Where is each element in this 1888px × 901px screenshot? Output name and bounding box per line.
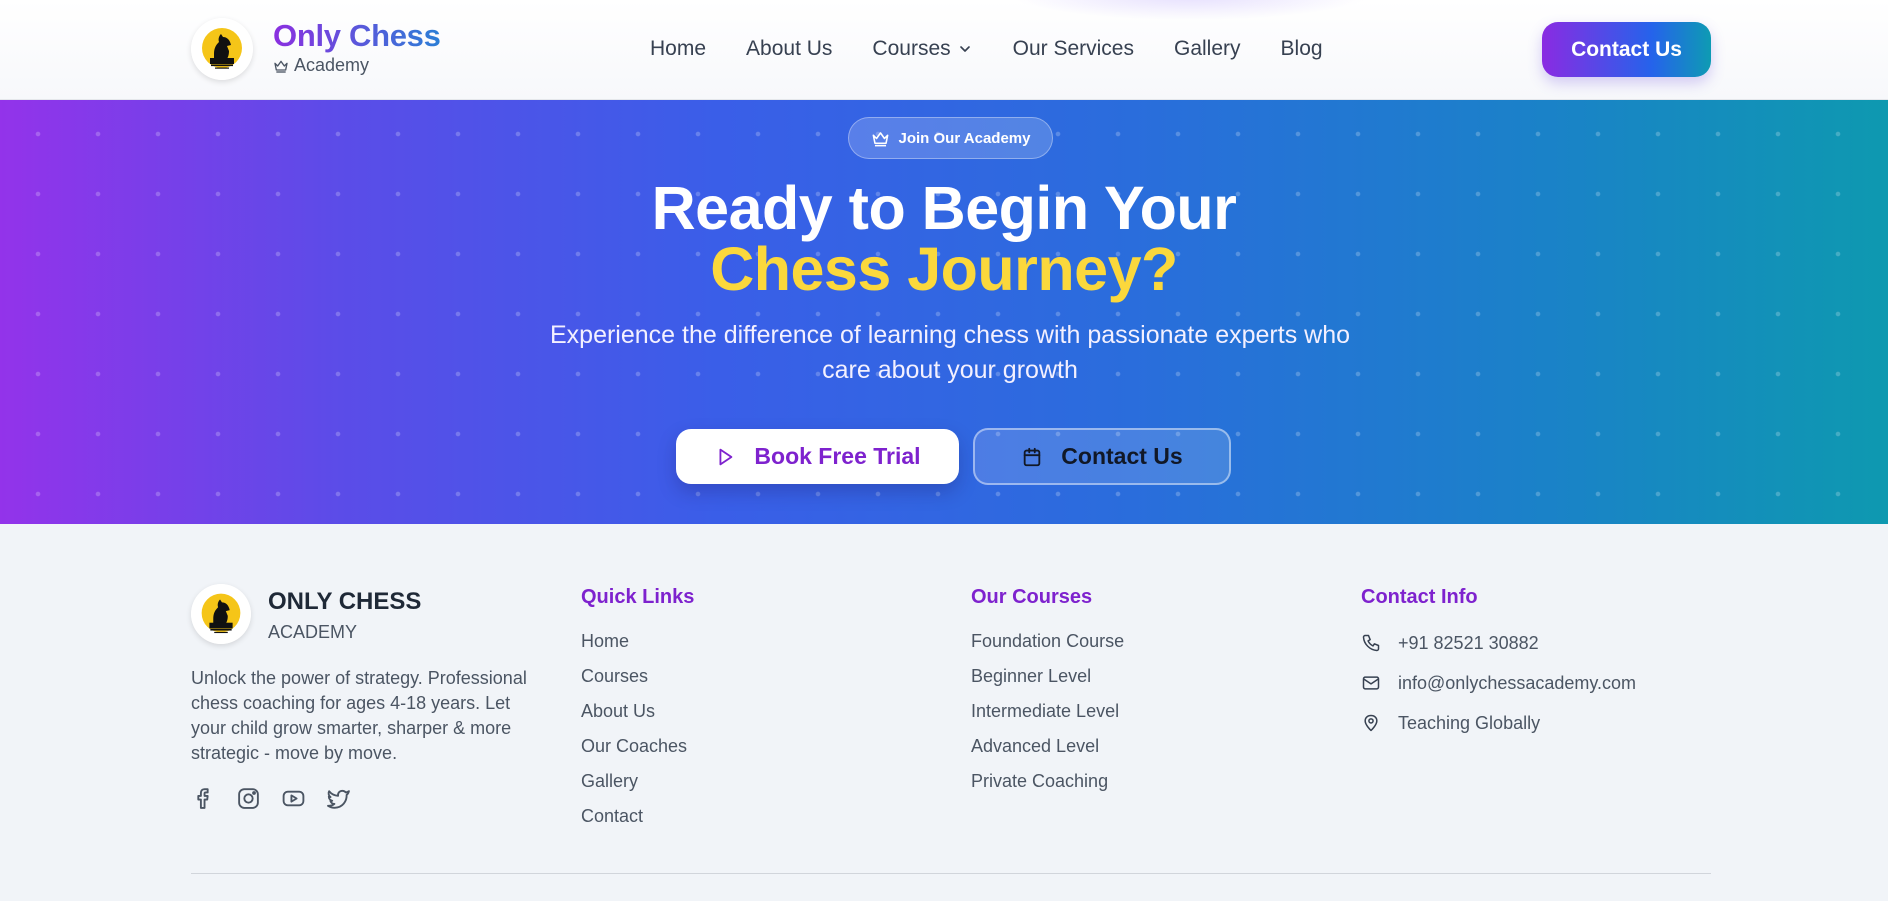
our-courses-title: Our Courses [971, 586, 1093, 608]
site-header: Only Chess Academy Home About Us Courses… [0, 0, 1888, 100]
contact-email-text: info@onlychessacademy.com [1398, 672, 1637, 693]
footer-brand-name: ONLY CHESS [268, 588, 422, 615]
brand-name[interactable]: Only Chess [273, 18, 441, 54]
footer-link-our-coaches[interactable]: Our Coaches [581, 734, 694, 769]
course-link-intermediate[interactable]: Intermediate Level [971, 699, 1124, 734]
our-courses-column: Our Courses Foundation Course Beginner L… [971, 586, 1124, 804]
contact-info-column: Contact Info +91 82521 30882 info@onlych… [1361, 586, 1636, 743]
hero-section: Join Our Academy Ready to Begin Your Che… [0, 100, 1888, 524]
contact-phone[interactable]: +91 82521 30882 [1361, 623, 1636, 663]
footer-link-about-us[interactable]: About Us [581, 699, 694, 734]
hero-title-line1: Ready to Begin Your [651, 174, 1237, 242]
badge-label: Join Our Academy [898, 129, 1031, 147]
brand-sub-label: Academy [294, 55, 370, 75]
course-link-advanced[interactable]: Advanced Level [971, 734, 1124, 769]
contact-phone-text: +91 82521 30882 [1398, 632, 1539, 653]
map-pin-icon [1364, 714, 1378, 732]
contact-location: Teaching Globally [1361, 703, 1636, 743]
footer-description: Unlock the power of strategy. Profession… [191, 668, 527, 763]
nav-our-services[interactable]: Our Services [1013, 37, 1134, 61]
site-footer: ONLY CHESS ACADEMY Unlock the power of s… [0, 524, 1888, 901]
crown-icon [872, 131, 888, 146]
facebook-icon[interactable] [191, 786, 216, 811]
hero-title: Ready to Begin Your Chess Journey? [0, 178, 1888, 300]
nav-about-us[interactable]: About Us [746, 37, 832, 61]
main-nav: Home About Us Courses Our Services Galle… [650, 34, 1363, 64]
crown-icon [274, 60, 288, 73]
hero-subtitle: Experience the difference of learning ch… [549, 321, 1350, 384]
nav-blog[interactable]: Blog [1281, 37, 1323, 61]
course-link-private-coaching[interactable]: Private Coaching [971, 769, 1124, 804]
brand-subtitle: Academy [273, 55, 369, 76]
chevron-down-icon [959, 46, 970, 52]
play-icon [719, 448, 733, 465]
youtube-icon[interactable] [281, 786, 306, 811]
contact-location-text: Teaching Globally [1398, 712, 1541, 733]
hero-contact-label: Contact Us [1061, 443, 1183, 469]
header-contact-button[interactable]: Contact Us [1542, 22, 1711, 77]
course-link-foundation[interactable]: Foundation Course [971, 629, 1124, 664]
join-academy-badge: Join Our Academy [848, 117, 1053, 159]
contact-email[interactable]: info@onlychessacademy.com [1361, 663, 1636, 703]
hero-title-line2: Chess Journey? [710, 235, 1178, 303]
quick-links-column: Quick Links Home Courses About Us Our Co… [581, 586, 694, 839]
nav-courses-label: Courses [872, 37, 951, 60]
mail-icon [1362, 676, 1380, 690]
header-glow [1010, 0, 1370, 20]
footer-brand-sub: ACADEMY [268, 622, 358, 642]
nav-courses[interactable]: Courses [872, 37, 972, 61]
footer-link-home[interactable]: Home [581, 629, 694, 664]
phone-icon [1362, 634, 1380, 652]
calendar-icon [1024, 447, 1041, 466]
footer-divider [191, 873, 1711, 874]
footer-link-contact[interactable]: Contact [581, 804, 694, 839]
instagram-icon[interactable] [236, 786, 261, 811]
logo-icon[interactable] [191, 18, 253, 80]
twitter-icon[interactable] [326, 786, 351, 811]
contact-info-title: Contact Info [1361, 586, 1478, 608]
nav-gallery[interactable]: Gallery [1174, 37, 1241, 61]
hero-contact-button[interactable]: Contact Us [973, 428, 1231, 485]
book-free-trial-button[interactable]: Book Free Trial [676, 429, 959, 484]
footer-link-gallery[interactable]: Gallery [581, 769, 694, 804]
quick-links-title: Quick Links [581, 586, 695, 608]
footer-logo-icon [191, 584, 251, 644]
nav-home[interactable]: Home [650, 37, 706, 61]
social-links [191, 786, 351, 811]
course-link-beginner[interactable]: Beginner Level [971, 664, 1124, 699]
book-free-trial-label: Book Free Trial [754, 443, 921, 469]
footer-link-courses[interactable]: Courses [581, 664, 694, 699]
